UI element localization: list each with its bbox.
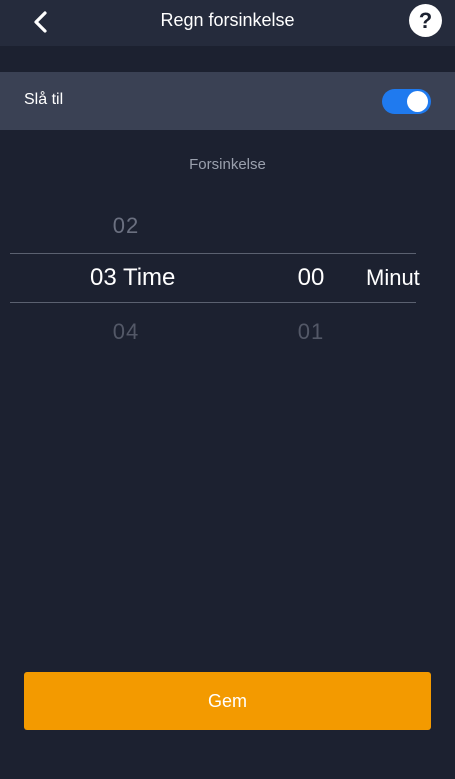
enable-toggle[interactable] <box>382 89 431 114</box>
minute-option-next[interactable]: 01 <box>275 319 347 345</box>
page-title: Regn forsinkelse <box>160 10 295 30</box>
minute-unit: Minut <box>366 265 420 290</box>
hour-unit: Time <box>122 264 176 291</box>
app-screen: Regn forsinkelse ? Slå til Forsinkelse 0… <box>0 0 455 779</box>
toggle-knob <box>407 91 428 112</box>
minute-selected[interactable]: 00 <box>275 264 347 292</box>
header-bar: Regn forsinkelse ? <box>0 0 455 46</box>
delay-label: Forsinkelse <box>189 156 266 173</box>
hour-option-prev[interactable]: 02 <box>88 213 164 239</box>
picker-divider-top <box>10 253 416 254</box>
hour-selected[interactable]: 03 Time <box>90 264 175 292</box>
hour-value: 03 <box>90 264 117 291</box>
save-button[interactable]: Gem <box>24 672 431 730</box>
help-icon: ? <box>418 7 433 33</box>
picker-divider-bottom <box>10 302 416 303</box>
help-button[interactable]: ? <box>409 4 442 37</box>
enable-label: Slå til <box>24 91 64 108</box>
hour-option-next[interactable]: 04 <box>88 319 164 345</box>
